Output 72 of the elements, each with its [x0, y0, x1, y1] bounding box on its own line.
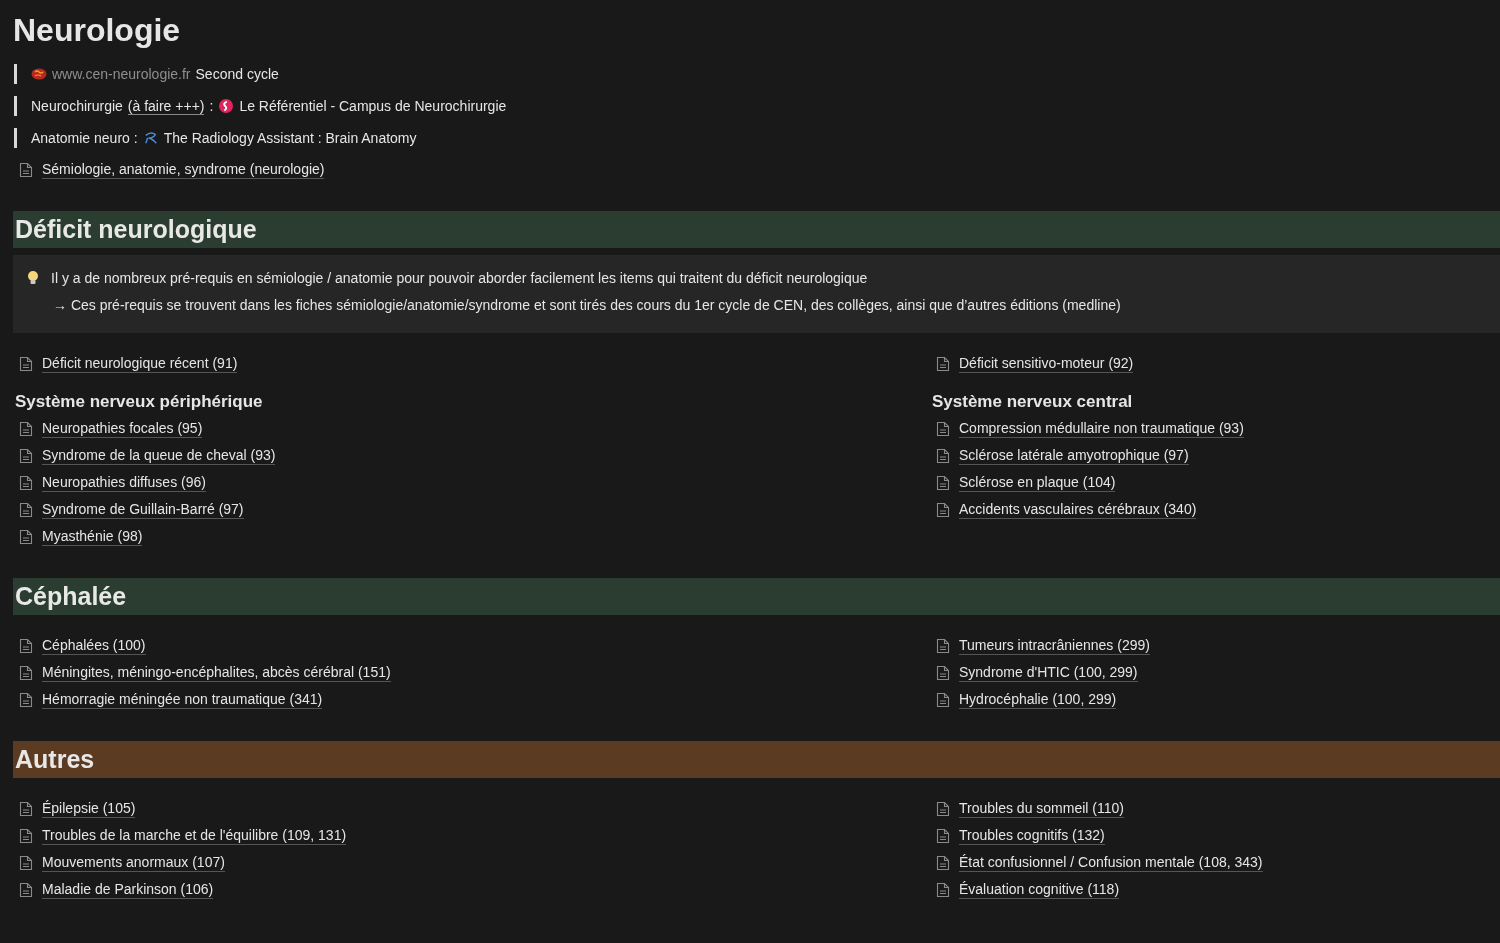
swirl-logo-icon [218, 99, 235, 113]
document-icon [19, 355, 33, 372]
page-link[interactable]: Déficit neurologique récent (91) [42, 354, 238, 373]
page-title: Neurologie [13, 11, 182, 50]
quote-text: Le Référentiel - Campus de Neurochirurgie [239, 98, 507, 114]
quote-text: Second cycle [195, 66, 279, 82]
page-link[interactable]: Accidents vasculaires cérébraux (340) [959, 500, 1197, 519]
quote-text: : [209, 98, 214, 114]
page-link[interactable]: Sémiologie, anatomie, syndrome (neurologie) [42, 160, 325, 179]
page-link[interactable]: Syndrome d'HTIC (100, 299) [959, 663, 1138, 682]
document-icon [936, 827, 950, 844]
document-icon [936, 501, 950, 518]
document-icon [19, 691, 33, 708]
document-icon [19, 528, 33, 545]
document-icon [19, 474, 33, 491]
page-link[interactable]: Céphalées (100) [42, 636, 146, 655]
callout-text: → Ces pré-requis se trouvent dans les fiches sémiologie/anatomie/syndrome et sont tirés des cours du 1er cycle de CEN, des collèges, ainsi que d’autres éditions (medline) [52, 296, 1121, 314]
page-link[interactable]: Sclérose en plaque (104) [959, 473, 1116, 492]
lightbulb-icon [27, 270, 39, 286]
document-icon [19, 800, 33, 817]
document-icon [19, 161, 33, 178]
section-heading: Déficit neurologique [13, 211, 1500, 248]
page-link[interactable]: Évaluation cognitive (118) [959, 880, 1120, 899]
callout-text: Il y a de nombreux pré-requis en sémiologie / anatomie pour pouvoir aborder facilement les items qui traitent du déficit neurologique [51, 269, 869, 287]
page-link[interactable]: Compression médullaire non traumatique (93) [959, 419, 1244, 438]
page-link[interactable]: Méningites, méningo-encéphalites, abcès cérébral (151) [42, 663, 391, 682]
document-icon [19, 664, 33, 681]
inline-link[interactable]: (à faire +++) [127, 97, 205, 115]
page-link[interactable]: Myasthénie (98) [42, 527, 143, 546]
page-link[interactable]: Troubles cognitifs (132) [959, 826, 1105, 845]
page-link[interactable]: Syndrome de la queue de cheval (93) [42, 446, 276, 465]
document-icon [936, 881, 950, 898]
page-link[interactable]: Troubles du sommeil (110) [959, 799, 1124, 818]
page-link[interactable]: Hydrocéphalie (100, 299) [959, 690, 1117, 709]
document-icon [936, 474, 950, 491]
page-link[interactable]: Hémorragie méningée non traumatique (341) [42, 690, 323, 709]
page-link[interactable]: Sclérose latérale amyotrophique (97) [959, 446, 1189, 465]
page-link[interactable]: Troubles de la marche et de l'équilibre (109, 131) [42, 826, 347, 845]
page-link[interactable]: Tumeurs intracrâniennes (299) [959, 636, 1150, 655]
website-link[interactable]: www.cen-neurologie.fr [52, 66, 191, 82]
document-icon [19, 881, 33, 898]
page-link[interactable]: Déficit sensitivo-moteur (92) [959, 354, 1134, 373]
document-icon [936, 355, 950, 372]
quote-text: Anatomie neuro : [31, 130, 138, 146]
quote-text: The Radiology Assistant : Brain Anatomy [163, 130, 417, 146]
section-heading: Céphalée [13, 578, 1500, 615]
page-link[interactable]: Maladie de Parkinson (106) [42, 880, 214, 899]
document-icon [19, 447, 33, 464]
document-icon [19, 854, 33, 871]
document-icon [936, 637, 950, 654]
r-logo-icon [142, 131, 159, 145]
brain-logo-icon [31, 67, 47, 81]
page-link[interactable]: Mouvements anormaux (107) [42, 853, 225, 872]
document-icon [19, 827, 33, 844]
subheading: Système nerveux central [932, 391, 1134, 413]
section-heading: Autres [13, 741, 1500, 778]
document-icon [936, 691, 950, 708]
document-icon [936, 800, 950, 817]
subheading: Système nerveux périphérique [15, 391, 264, 413]
page-link[interactable]: État confusionnel / Confusion mentale (108, 343) [959, 853, 1263, 872]
document-icon [936, 854, 950, 871]
quote-text: Neurochirurgie [31, 98, 123, 114]
page-link[interactable]: Syndrome de Guillain-Barré (97) [42, 500, 244, 519]
document-icon [936, 447, 950, 464]
document-icon [19, 501, 33, 518]
document-icon [936, 664, 950, 681]
document-icon [19, 637, 33, 654]
page-link[interactable]: Épilepsie (105) [42, 799, 136, 818]
document-icon [19, 420, 33, 437]
document-icon [936, 420, 950, 437]
page-link[interactable]: Neuropathies diffuses (96) [42, 473, 206, 492]
page-link[interactable]: Neuropathies focales (95) [42, 419, 203, 438]
